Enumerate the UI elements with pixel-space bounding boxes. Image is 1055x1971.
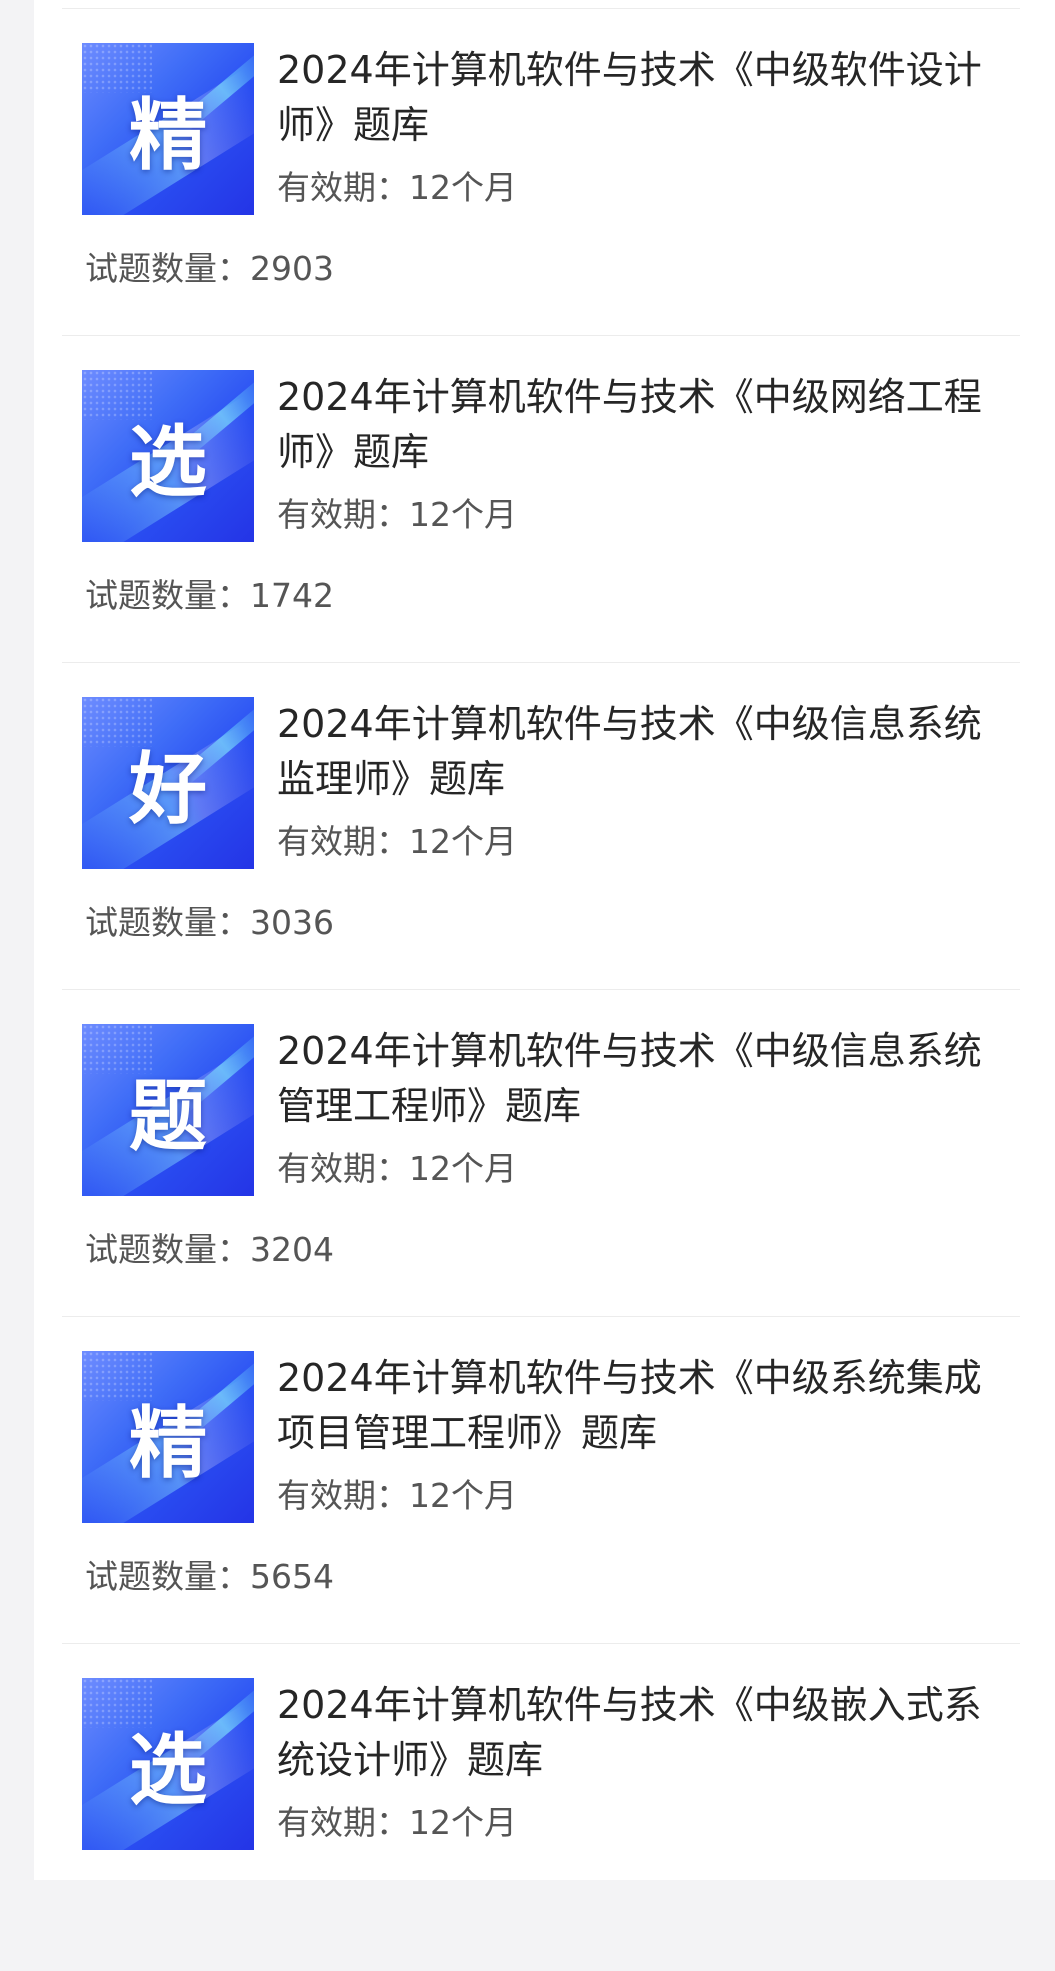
product-item[interactable]: 选 2024年计算机软件与技术《中级嵌入式系统设计师》题库 有效期：12个月	[62, 1644, 1020, 1971]
product-thumbnail[interactable]: 选	[82, 370, 254, 542]
product-title[interactable]: 2024年计算机软件与技术《中级软件设计师》题库	[277, 43, 997, 153]
product-thumbnail[interactable]: 精	[82, 1351, 254, 1523]
product-item[interactable]: 精 2024年计算机软件与技术《中级软件设计师》题库 有效期：12个月 试题数量…	[62, 9, 1020, 336]
thumbnail-badge-char: 题	[128, 1071, 207, 1162]
product-thumbnail[interactable]: 精	[82, 43, 254, 215]
product-title[interactable]: 2024年计算机软件与技术《中级嵌入式系统设计师》题库	[277, 1678, 997, 1788]
thumbnail-badge-char: 选	[128, 417, 207, 508]
thumbnail-badge-char: 精	[128, 90, 207, 181]
product-title[interactable]: 2024年计算机软件与技术《中级网络工程师》题库	[277, 370, 997, 480]
thumbnail-badge-char: 精	[128, 1398, 207, 1489]
question-count: 试题数量：1742	[85, 576, 334, 615]
product-thumbnail[interactable]: 选	[82, 1678, 254, 1850]
validity-text: 有效期：12个月	[277, 1149, 517, 1188]
question-count: 试题数量：3036	[85, 903, 334, 942]
product-item[interactable]: 精 2024年计算机软件与技术《中级系统集成项目管理工程师》题库 有效期：12个…	[62, 1317, 1020, 1644]
validity-text: 有效期：12个月	[277, 168, 517, 207]
validity-text: 有效期：12个月	[277, 1803, 517, 1842]
thumbnail-badge-char: 选	[128, 1725, 207, 1816]
validity-text: 有效期：12个月	[277, 822, 517, 861]
product-item[interactable]: 好 2024年计算机软件与技术《中级信息系统监理师》题库 有效期：12个月 试题…	[62, 663, 1020, 990]
product-thumbnail[interactable]: 好	[82, 697, 254, 869]
product-title[interactable]: 2024年计算机软件与技术《中级信息系统监理师》题库	[277, 697, 997, 807]
validity-text: 有效期：12个月	[277, 495, 517, 534]
question-count: 试题数量：2903	[85, 249, 334, 288]
thumbnail-badge-char: 好	[128, 744, 207, 835]
product-item[interactable]: 题 2024年计算机软件与技术《中级信息系统管理工程师》题库 有效期：12个月 …	[62, 990, 1020, 1317]
product-thumbnail[interactable]: 题	[82, 1024, 254, 1196]
validity-text: 有效期：12个月	[277, 1476, 517, 1515]
question-count: 试题数量：3204	[85, 1230, 334, 1269]
product-title[interactable]: 2024年计算机软件与技术《中级信息系统管理工程师》题库	[277, 1024, 997, 1134]
question-count: 试题数量：5654	[85, 1557, 334, 1596]
product-title[interactable]: 2024年计算机软件与技术《中级系统集成项目管理工程师》题库	[277, 1351, 997, 1461]
product-item[interactable]: 选 2024年计算机软件与技术《中级网络工程师》题库 有效期：12个月 试题数量…	[62, 336, 1020, 663]
